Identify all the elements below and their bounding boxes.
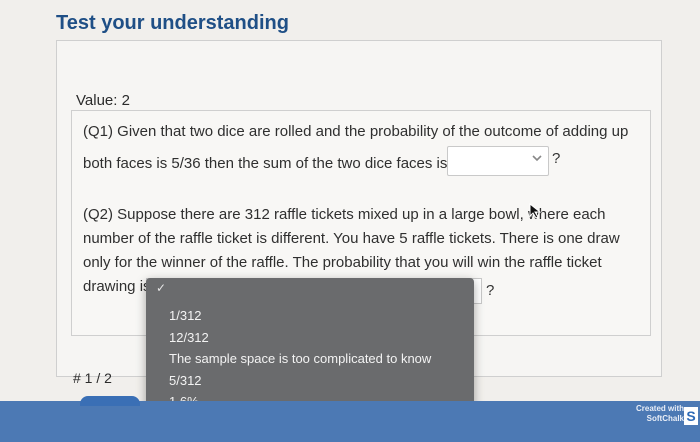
dropdown-option[interactable]: 12/312 [169, 330, 209, 345]
question-1-text: (Q1) Given that two dice are rolled and … [83, 120, 643, 176]
value-label: Value: 2 [76, 92, 130, 109]
watermark-line-1: Created with [635, 404, 684, 413]
dropdown-option[interactable]: 1/312 [169, 308, 202, 323]
question-2-line-1: (Q2) Suppose there are 312 raffle ticket… [83, 206, 606, 223]
question-2-help[interactable]: ? [486, 282, 494, 299]
question-1-answer-select[interactable] [447, 146, 549, 176]
mouse-cursor-icon [529, 202, 543, 222]
page-title: Test your understanding [56, 12, 289, 34]
question-2-line-3: only for the winner of the raffle. The p… [83, 254, 602, 271]
footer-bar [0, 401, 700, 442]
watermark-line-2: SoftChalk [646, 414, 684, 423]
check-answer-button[interactable] [80, 396, 140, 406]
checkmark-icon: ✓ [156, 281, 167, 295]
softchalk-logo: S [684, 407, 698, 425]
question-1-help[interactable]: ? [552, 150, 560, 167]
question-progress: # 1 / 2 [73, 370, 112, 386]
dropdown-option[interactable]: The sample space is too complicated to k… [169, 351, 431, 366]
chevron-down-icon [532, 153, 542, 165]
dropdown-option[interactable]: 5/312 [169, 373, 202, 388]
softchalk-watermark: Created with SoftChalk [636, 404, 684, 424]
question-2-line-2: number of the raffle ticket is different… [83, 230, 620, 247]
answer-dropdown-list[interactable]: ✓ 1/312 12/312 The sample space is too c… [146, 278, 474, 416]
question-1-line-1: (Q1) Given that two dice are rolled and … [83, 123, 629, 140]
